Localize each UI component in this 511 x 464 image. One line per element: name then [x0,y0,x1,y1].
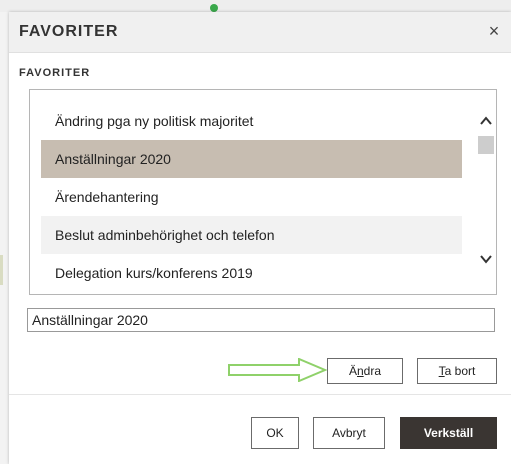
ok-button[interactable]: OK [251,417,299,449]
cancel-button[interactable]: Avbryt [313,417,385,449]
scroll-thumb[interactable] [478,136,494,154]
list-item[interactable]: Delegation kurs/konferens 2019 [41,254,462,292]
remove-button[interactable]: Ta bort [417,358,497,384]
change-button[interactable]: Ändra [327,358,403,384]
status-dot-icon [210,4,218,12]
favorite-name-input[interactable] [27,308,495,332]
chevron-up-icon[interactable] [476,114,496,134]
list-scrollbar[interactable] [476,90,496,294]
arrow-right-icon [228,358,327,382]
remove-label-post: a bort [444,364,476,378]
footer-divider [9,394,511,395]
change-label-accesskey: n [356,364,364,378]
dialog-title: FAVORITER [19,23,119,40]
list-item[interactable]: Beslut adminbehörighet och telefon [41,216,462,254]
change-label-post: dra [363,364,382,378]
background-accent [0,255,3,285]
dialog-titlebar: FAVORITER × [9,12,511,53]
list-item[interactable]: Ärendehantering [41,178,462,216]
list-item-selected[interactable]: Anställningar 2020 [41,140,462,178]
background-toolbar [0,0,511,12]
favorites-list[interactable]: Ändring pga ny politisk majoritet Anstäl… [29,89,497,295]
close-icon[interactable]: × [483,20,505,42]
list-item[interactable]: Ändring pga ny politisk majoritet [41,102,462,140]
chevron-down-icon[interactable] [476,252,496,272]
change-label-pre: Ä [348,364,357,378]
favorites-list-items: Ändring pga ny politisk majoritet Anstäl… [30,90,476,294]
favorites-dialog: FAVORITER × FAVORITER Ändring pga ny pol… [9,12,511,464]
section-label: FAVORITER [19,67,91,79]
apply-button[interactable]: Verkställ [400,417,497,449]
